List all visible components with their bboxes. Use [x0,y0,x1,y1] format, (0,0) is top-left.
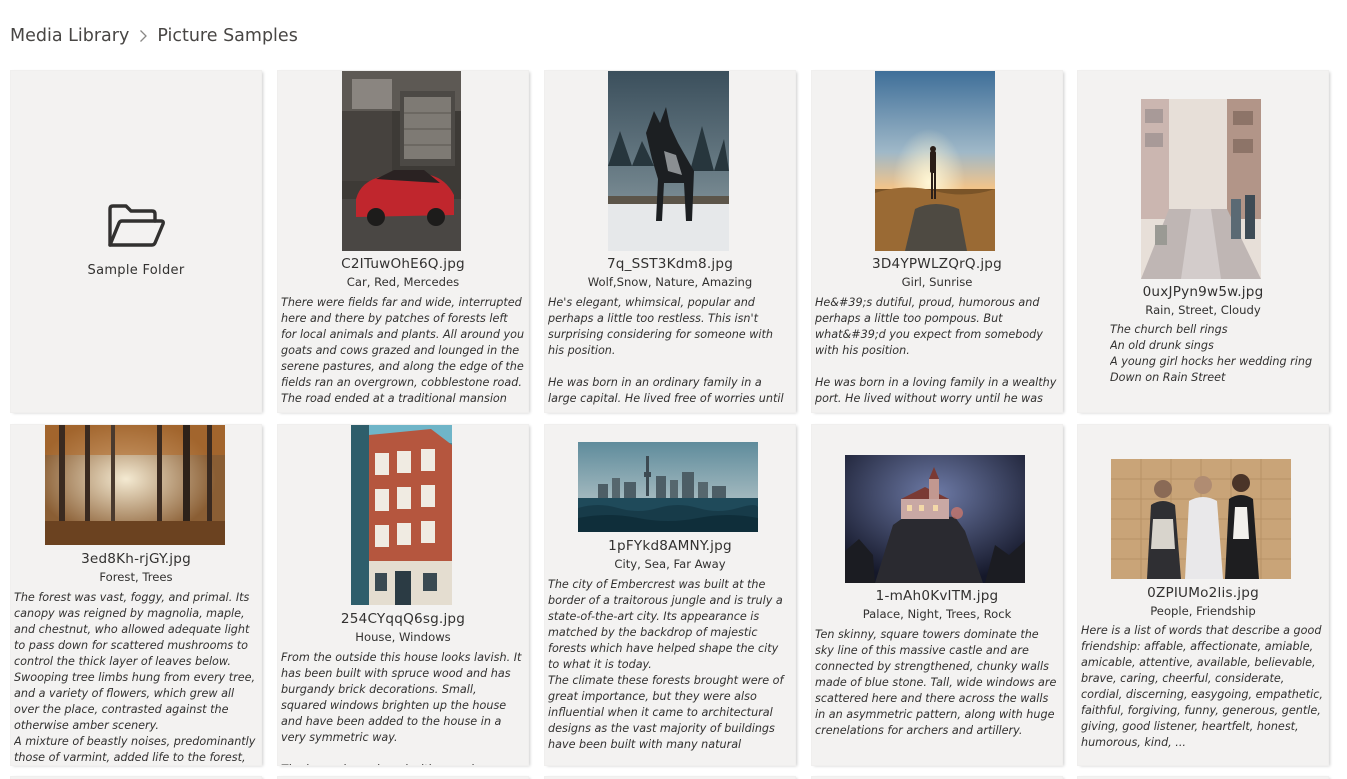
file-name: 254CYqqQ6sg.jpg [340,611,466,627]
file-name: 3ed8Kh-rjGY.jpg [81,551,191,567]
thumbnail-image[interactable] [45,425,225,545]
media-card[interactable]: 0ZPIUMo2lis.jpg People, Friendship Here … [1078,425,1328,765]
file-description: He's elegant, whimsical, popular and per… [548,296,784,409]
media-card[interactable]: 3D4YPWLZQrQ.jpg Girl, Sunrise He&#39;s d… [812,71,1062,412]
file-name: 1pFYkd8AMNY.jpg [608,538,732,554]
file-name: 1-mAh0KvITM.jpg [875,588,999,604]
folder-open-icon [108,204,165,247]
breadcrumb: Media Library Picture Samples [10,22,298,50]
file-description: The church bell rings An old drunk sings… [1110,323,1313,384]
file-description: Ten skinny, square towers dominate the s… [815,628,1057,737]
media-card[interactable]: 1-mAh0KvITM.jpg Palace, Night, Trees, Ro… [812,425,1062,765]
file-description: He&#39;s dutiful, proud, humorous and pe… [815,296,1057,409]
tag-list: Wolf,Snow, Nature, Amazing [587,275,753,289]
thumbnail-image[interactable] [578,442,758,532]
tag-list: Forest, Trees [99,570,173,584]
folder-tile[interactable]: Sample Folder [11,71,261,412]
tag-list: Girl, Sunrise [901,275,973,289]
file-description: There were fields far and wide, interrup… [281,296,525,409]
media-card[interactable]: 3ed8Kh-rjGY.jpg Forest, Trees The forest… [11,425,261,765]
file-name: 3D4YPWLZQrQ.jpg [872,256,1002,272]
thumbnail-image[interactable] [875,71,995,251]
file-name: 0ZPIUMo2lis.jpg [1147,585,1259,601]
file-name: 0uxJPyn9w5w.jpg [1142,284,1264,300]
tag-list: Rain, Street, Cloudy [1145,303,1261,317]
tag-list: Palace, Night, Trees, Rock [862,607,1012,621]
thumbnail-image[interactable] [845,455,1025,583]
file-description: The forest was vast, foggy, and primal. … [14,591,256,764]
media-card[interactable]: C2ITuwOhE6Q.jpg Car, Red, Mercedes There… [278,71,528,412]
thumbnail-image[interactable] [342,71,461,251]
file-description: From the outside this house looks lavish… [281,651,522,765]
thumbnail-image[interactable] [608,71,729,251]
file-description: The city of Embercrest was built at the … [548,578,784,751]
thumbnail-image[interactable] [351,425,452,605]
file-description: Here is a list of words that describe a … [1081,624,1323,749]
chevron-right-icon [139,29,148,43]
tag-list: House, Windows [355,630,451,644]
thumbnail-image[interactable] [1111,459,1291,579]
media-card[interactable]: 1pFYkd8AMNY.jpg City, Sea, Far Away The … [545,425,795,765]
media-card[interactable]: 0uxJPyn9w5w.jpg Rain, Street, Cloudy The… [1078,71,1328,412]
breadcrumb-picture-samples[interactable]: Picture Samples [157,26,297,46]
media-card[interactable]: 254CYqqQ6sg.jpg House, Windows From the … [278,425,528,765]
thumbnail-image[interactable] [1141,99,1261,279]
tag-list: People, Friendship [1150,604,1256,618]
breadcrumb-media-library[interactable]: Media Library [10,26,129,46]
folder-label: Sample Folder [87,263,185,278]
tag-list: City, Sea, Far Away [614,557,726,571]
tag-list: Car, Red, Mercedes [346,275,460,289]
media-card[interactable]: 7q_SST3Kdm8.jpg Wolf,Snow, Nature, Amazi… [545,71,795,412]
file-name: 7q_SST3Kdm8.jpg [606,256,734,272]
file-name: C2ITuwOhE6Q.jpg [341,256,465,272]
